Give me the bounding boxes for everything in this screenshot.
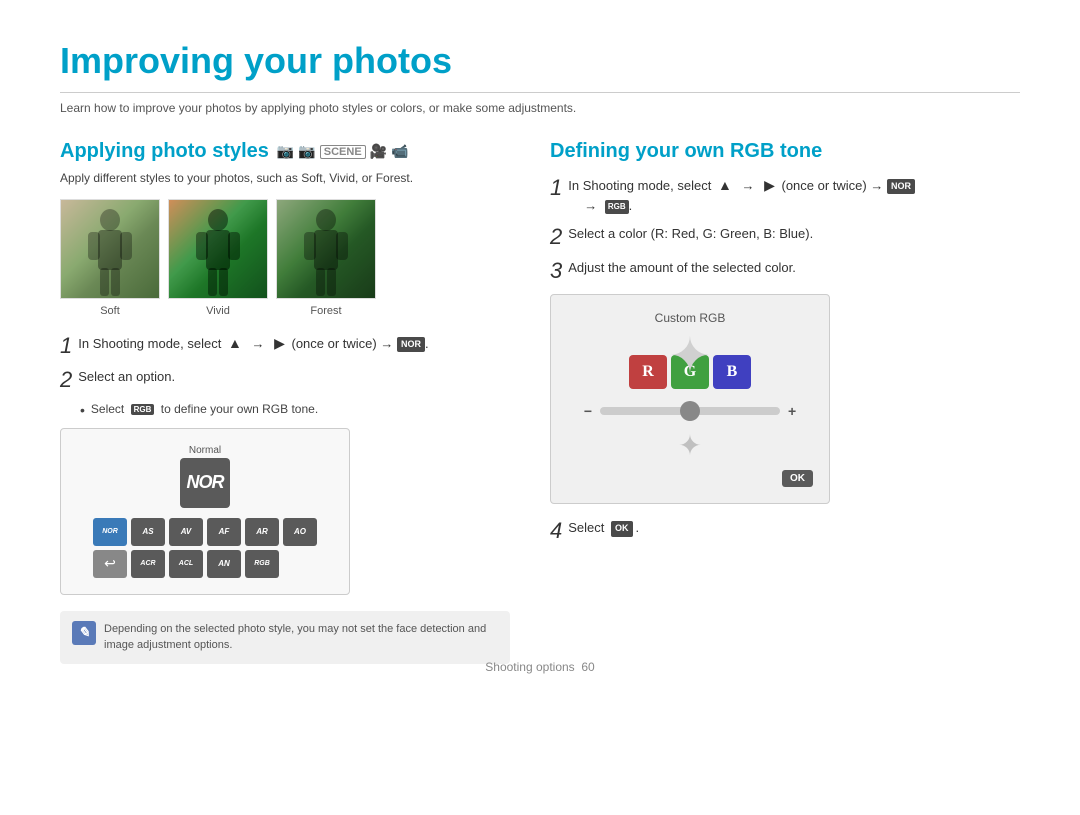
section-description: Apply different styles to your photos, s… bbox=[60, 169, 510, 187]
scene-icon: SCENE bbox=[320, 145, 366, 159]
photo-vivid bbox=[168, 199, 268, 299]
rgb-panel: Custom RGB ✦ R G B − + bbox=[550, 294, 830, 504]
right-step-3-text: Adjust the amount of the selected color. bbox=[568, 258, 1020, 278]
defining-rgb-title: Defining your own RGB tone bbox=[550, 140, 1020, 163]
menu-panel-inner: Normal NOR NOR AS A bbox=[73, 445, 337, 578]
rgb-icon-right: RGB bbox=[605, 200, 629, 214]
nor-big-icon: NOR bbox=[180, 458, 230, 508]
right-step-num-1: 1 bbox=[550, 175, 562, 201]
photo-forest bbox=[276, 199, 376, 299]
nor-icon-right: NOR bbox=[887, 179, 915, 195]
menu-btn-ar[interactable]: AR bbox=[245, 518, 279, 546]
right-arrow: ▶ bbox=[274, 335, 285, 351]
up-arrow-r: ▲ bbox=[718, 177, 732, 193]
photo-soft bbox=[60, 199, 160, 299]
note-icon: ✎ bbox=[72, 621, 96, 645]
menu-grid: NOR AS AV AF AR bbox=[93, 518, 317, 578]
arrow-1: → bbox=[251, 336, 264, 351]
rgb-star-icon: ✦ bbox=[678, 430, 701, 461]
step-number-1: 1 bbox=[60, 333, 72, 359]
menu-label-normal: Normal bbox=[189, 445, 221, 456]
menu-btn-acr[interactable]: ACR bbox=[131, 550, 165, 578]
rgb-btn-r[interactable]: R bbox=[629, 355, 667, 389]
rgb-slider-handle[interactable] bbox=[680, 401, 700, 421]
menu-btn-as[interactable]: AS bbox=[131, 518, 165, 546]
page-subtitle: Learn how to improve your photos by appl… bbox=[60, 101, 1020, 115]
nor-icon: NOR bbox=[397, 337, 425, 353]
rgb-btn-b[interactable]: B bbox=[713, 355, 751, 389]
right-step-2: 2 Select a color (R: Red, G: Green, B: B… bbox=[550, 224, 1020, 250]
camera-icon-2: 📷 bbox=[298, 143, 315, 160]
bullet-text: Select RGB to define your own RGB tone. bbox=[91, 402, 318, 416]
right-arrow-r: ▶ bbox=[764, 177, 775, 193]
left-column: Applying photo styles 📷 📷 SCENE 🎥 📹 Appl… bbox=[60, 140, 510, 664]
applying-photo-styles-title: Applying photo styles 📷 📷 SCENE 🎥 📹 bbox=[60, 140, 510, 163]
section-title-icons: 📷 📷 SCENE 🎥 📹 bbox=[277, 143, 409, 160]
photo-labels: Soft Vivid Forest bbox=[60, 305, 510, 317]
menu-back-btn[interactable]: ↩ bbox=[93, 550, 127, 578]
rgb-slider-track[interactable] bbox=[600, 407, 780, 415]
right-step-4-text: Select OK. bbox=[568, 518, 1020, 538]
right-column: Defining your own RGB tone 1 In Shooting… bbox=[550, 140, 1020, 664]
rgb-star-area: ✦ bbox=[567, 429, 813, 462]
star-decoration: ✦ bbox=[669, 327, 711, 385]
page-title: Improving your photos bbox=[60, 40, 1020, 93]
menu-btn-ao[interactable]: AO bbox=[283, 518, 317, 546]
rgb-slider-row: − + bbox=[567, 403, 813, 419]
right-step-num-4: 4 bbox=[550, 518, 562, 544]
note-text: Depending on the selected photo style, y… bbox=[104, 621, 498, 654]
left-step-2: 2 Select an option. bbox=[60, 367, 510, 393]
up-arrow: ▲ bbox=[228, 335, 242, 351]
right-step-num-2: 2 bbox=[550, 224, 562, 250]
rgb-panel-title: Custom RGB bbox=[567, 311, 813, 325]
photo-label-vivid: Vivid bbox=[168, 305, 268, 317]
menu-btn-rgb[interactable]: RGB bbox=[245, 550, 279, 578]
menu-row-1: NOR AS AV AF AR bbox=[93, 518, 317, 546]
ok-icon: OK bbox=[611, 521, 633, 537]
menu-row-2: ↩ ACR ACL AN RGB bbox=[93, 550, 317, 578]
menu-btn-af[interactable]: AF bbox=[207, 518, 241, 546]
right-step-4: 4 Select OK. bbox=[550, 518, 1020, 544]
right-step-3: 3 Adjust the amount of the selected colo… bbox=[550, 258, 1020, 284]
rgb-icon: RGB bbox=[131, 404, 155, 415]
left-step-1: 1 In Shooting mode, select ▲ → ▶ (once o… bbox=[60, 333, 510, 359]
page-number: Shooting options 60 bbox=[485, 660, 594, 674]
menu-btn-nor[interactable]: NOR bbox=[93, 518, 127, 546]
step-1-text: In Shooting mode, select ▲ → ▶ (once or … bbox=[78, 333, 510, 354]
rgb-plus[interactable]: + bbox=[788, 403, 796, 419]
camera-icon-3: 🎥 bbox=[370, 143, 387, 160]
step-number-2: 2 bbox=[60, 367, 72, 393]
photo-label-soft: Soft bbox=[60, 305, 160, 317]
menu-btn-acl[interactable]: ACL bbox=[169, 550, 203, 578]
camera-icon-1: 📷 bbox=[277, 143, 294, 160]
bullet-dot: • bbox=[80, 402, 85, 418]
note-box: ✎ Depending on the selected photo style,… bbox=[60, 611, 510, 664]
menu-btn-an[interactable]: AN bbox=[207, 550, 241, 578]
rgb-ok-row: OK bbox=[567, 470, 813, 487]
rgb-minus[interactable]: − bbox=[584, 403, 592, 419]
camera-icon-4: 📹 bbox=[391, 143, 408, 160]
photo-samples bbox=[60, 199, 510, 299]
photo-label-forest: Forest bbox=[276, 305, 376, 317]
bullet-item: • Select RGB to define your own RGB tone… bbox=[80, 402, 510, 418]
step-2-text: Select an option. bbox=[78, 367, 510, 387]
menu-panel: Normal NOR NOR AS A bbox=[60, 428, 350, 595]
right-step-1-text: In Shooting mode, select ▲ → ▶ (once or … bbox=[568, 175, 1020, 216]
right-step-2-text: Select a color (R: Red, G: Green, B: Blu… bbox=[568, 224, 1020, 244]
right-step-num-3: 3 bbox=[550, 258, 562, 284]
menu-btn-av[interactable]: AV bbox=[169, 518, 203, 546]
rgb-ok-button[interactable]: OK bbox=[782, 470, 813, 487]
right-step-1: 1 In Shooting mode, select ▲ → ▶ (once o… bbox=[550, 175, 1020, 216]
